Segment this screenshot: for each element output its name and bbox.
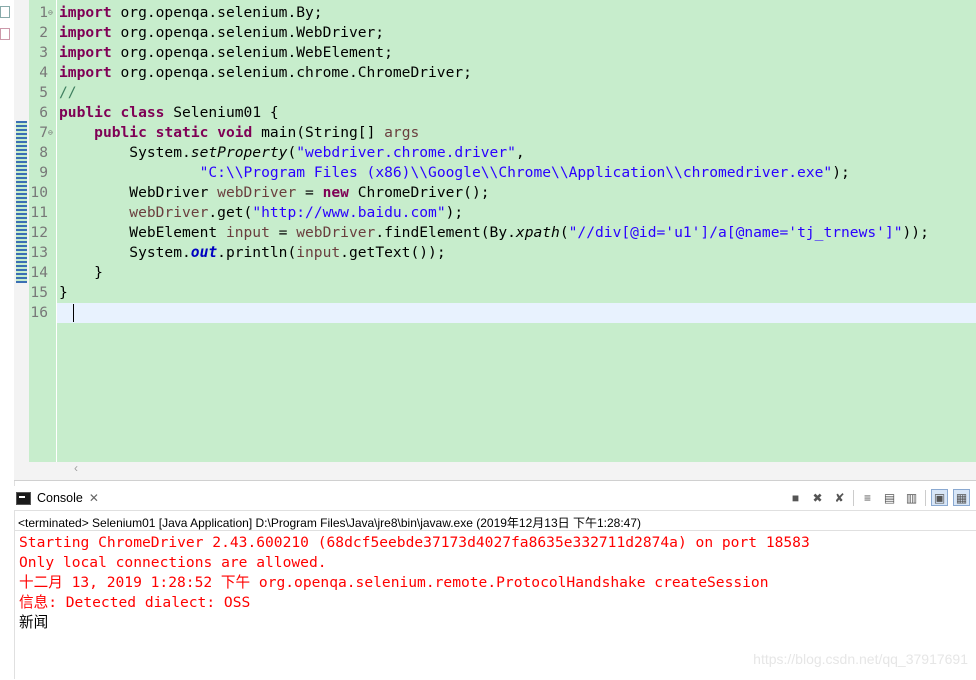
code-line: 15} [14,283,976,303]
console-tab-label: Console [37,491,83,505]
code-text: System.setProperty("webdriver.chrome.dri… [59,144,525,161]
text-caret [73,304,74,322]
partial-icon [0,6,10,18]
horizontal-scrollbar[interactable] [57,462,976,478]
code-line: 16 [14,303,976,323]
line-number: 2 [39,24,48,41]
code-line: 3 import org.openqa.selenium.WebElement; [14,43,976,63]
terminate-icon[interactable]: ■ [787,489,804,506]
code-line: 11 webDriver.get("http://www.baidu.com")… [14,203,976,223]
line-number: 9 [39,164,48,181]
code-line: 9 "C:\\Program Files (x86)\\Google\\Chro… [14,163,976,183]
partial-icon [0,28,10,40]
code-line: 10 WebDriver webDriver = new ChromeDrive… [14,183,976,203]
show-on-stderr-icon[interactable]: ▥ [903,489,920,506]
console-output-line: 十二月 13, 2019 1:28:52 下午 org.openqa.selen… [19,574,769,591]
console-output-line: 信息: Detected dialect: OSS [19,594,251,611]
code-text: public static void main(String[] args [94,124,420,141]
scroll-lock-icon[interactable]: ≡ [859,489,876,506]
line-number: 1 [39,4,48,21]
line-number: 14 [30,264,48,281]
show-on-stdout-icon[interactable]: ▤ [881,489,898,506]
left-panel-strip [0,0,15,679]
code-line: 2 import org.openqa.selenium.WebDriver; [14,23,976,43]
scroll-left-arrow-icon[interactable]: ‹ [74,461,78,475]
code-editor[interactable]: 1 ⊖ import org.openqa.selenium.By; 2 import … [14,0,976,481]
code-text: } [59,284,68,301]
code-text: import org.openqa.selenium.WebDriver; [59,24,385,41]
pin-console-icon[interactable]: ▣ [931,489,948,506]
line-number: 6 [39,104,48,121]
tab-console[interactable]: Console ✕ [16,486,99,510]
code-line: 4 import org.openqa.selenium.chrome.Chrom… [14,63,976,83]
console-toolbar: ■ ✖ ✘ ≡ ▤ ▥ ▣ ▦ [787,489,970,506]
code-line: 13 System.out.println(input.getText()); [14,243,976,263]
toolbar-divider [853,489,854,506]
code-text: WebDriver webDriver = new ChromeDriver()… [59,184,490,201]
code-text: import org.openqa.selenium.chrome.Chrome… [59,64,472,81]
code-text: "C:\\Program Files (x86)\\Google\\Chrome… [199,164,850,181]
line-number: 11 [30,204,48,221]
code-text: } [59,264,103,281]
line-number: 13 [30,244,48,261]
code-line: 12 WebElement input = webDriver.findElem… [14,223,976,243]
code-text: System.out.println(input.getText()); [59,244,446,261]
code-line: 7 ⊖ public static void main(String[] args [14,123,976,143]
console-status-line: <terminated> Selenium01 [Java Applicatio… [18,516,641,530]
fold-collapse-icon[interactable]: ⊖ [48,9,53,17]
code-text: public class Selenium01 { [59,104,279,121]
console-output-line: 新闻 [19,614,49,631]
code-line: 1 ⊖ import org.openqa.selenium.By; [14,3,976,23]
line-number: 8 [39,144,48,161]
code-line: 8 System.setProperty("webdriver.chrome.d… [14,143,976,163]
code-text: import org.openqa.selenium.By; [59,4,323,21]
remove-all-terminated-icon[interactable]: ✘ [831,489,848,506]
watermark: https://blog.csdn.net/qq_37917691 [753,651,968,667]
line-number: 16 [30,304,48,321]
close-icon[interactable]: ✕ [89,491,99,505]
line-number: 3 [39,44,48,61]
code-text: import org.openqa.selenium.WebElement; [59,44,393,61]
display-selected-console-icon[interactable]: ▦ [953,489,970,506]
console-tab-bar: Console ✕ ■ ✖ ✘ ≡ ▤ ▥ ▣ ▦ [14,486,976,511]
line-number: 12 [30,224,48,241]
line-number: 7 [39,124,48,141]
code-text: WebElement input = webDriver.findElement… [59,224,929,241]
code-line: 14 } [14,263,976,283]
line-number: 10 [30,184,48,201]
line-number: 5 [39,84,48,101]
console-output-line: Starting ChromeDriver 2.43.600210 (68dcf… [19,534,810,551]
code-text: // [59,84,77,101]
code-text: webDriver.get("http://www.baidu.com"); [129,204,464,221]
fold-collapse-icon[interactable]: ⊖ [48,129,53,137]
line-number: 4 [39,64,48,81]
remove-launch-icon[interactable]: ✖ [809,489,826,506]
line-number: 15 [30,284,48,301]
code-line: 5 // [14,83,976,103]
console-output-line: Only local connections are allowed. [19,554,327,571]
code-line: 6 public class Selenium01 { [14,103,976,123]
console-icon [16,491,31,505]
toolbar-divider [925,489,926,506]
